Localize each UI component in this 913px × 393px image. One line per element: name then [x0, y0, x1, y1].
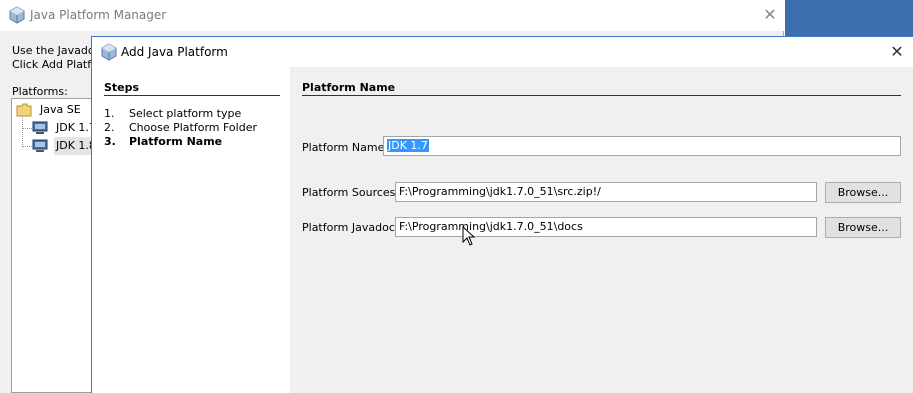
section-title: Platform Name: [302, 81, 396, 94]
step-item: 1. Select platform type: [104, 107, 241, 120]
platform-sources-label: Platform Sources:: [302, 186, 400, 199]
add-java-platform-dialog: Add Java Platform ✕ Steps 1. Select platf…: [91, 36, 913, 393]
step-number: 1.: [104, 107, 115, 120]
platform-name-input[interactable]: JDK 1.7: [383, 136, 901, 156]
close-icon[interactable]: ✕: [887, 41, 907, 63]
tree-item-java-se[interactable]: Java SE: [16, 101, 83, 119]
platform-name-panel: Platform Name Platform Name: JDK 1.7 Pla…: [290, 67, 913, 393]
manager-description-line1: Use the Javadoc: [12, 44, 101, 57]
platform-name-label: Platform Name:: [302, 141, 389, 154]
computer-icon: [32, 139, 48, 152]
tree-connector: [22, 128, 32, 129]
computer-icon: [32, 121, 48, 134]
dialog-title: Add Java Platform: [121, 45, 228, 59]
manager-close-icon[interactable]: ✕: [760, 4, 780, 26]
tree-connector: [22, 115, 23, 147]
tree-item-label: Java SE: [40, 103, 81, 116]
selected-text: JDK 1.7: [387, 139, 429, 152]
java-cube-icon: [101, 43, 117, 61]
folder-icon: [16, 103, 32, 117]
platform-sources-input[interactable]: F:\Programming\jdk1.7.0_51\src.zip!/: [395, 182, 817, 202]
divider: [104, 95, 280, 96]
browse-javadoc-button[interactable]: Browse...: [825, 217, 901, 238]
browse-sources-button[interactable]: Browse...: [825, 182, 901, 203]
tree-item-jdk-1-8[interactable]: JDK 1.8: [32, 137, 98, 155]
dialog-titlebar[interactable]: Add Java Platform ✕: [92, 37, 913, 67]
manager-title: Java Platform Manager: [30, 8, 167, 22]
tree-connector: [22, 146, 32, 147]
desktop-background: [785, 0, 913, 36]
platforms-label: Platforms:: [12, 85, 68, 98]
manager-titlebar[interactable]: Java Platform Manager ✕: [0, 0, 784, 31]
step-item: 2. Choose Platform Folder: [104, 121, 257, 134]
steps-heading: Steps: [104, 81, 140, 94]
steps-panel: Steps 1. Select platform type 2. Choose Pl…: [92, 67, 290, 393]
step-label: Select platform type: [129, 107, 242, 120]
step-label: Choose Platform Folder: [129, 121, 257, 134]
divider: [302, 95, 901, 96]
manager-description-line2: Click Add Platfo: [12, 58, 98, 71]
platform-javadoc-label: Platform Javadoc:: [302, 221, 399, 234]
step-label: Platform Name: [129, 135, 223, 148]
java-cube-icon: [9, 6, 25, 24]
step-number: 2.: [104, 121, 115, 134]
step-item-current: 3. Platform Name: [104, 135, 222, 148]
platform-javadoc-input[interactable]: F:\Programming\jdk1.7.0_51\docs: [395, 217, 817, 237]
platforms-tree[interactable]: Java SE JDK 1.7 JDK 1.8: [11, 98, 98, 393]
mouse-cursor-icon: [462, 226, 476, 246]
step-number: 3.: [104, 135, 116, 148]
tree-item-jdk-1-7[interactable]: JDK 1.7: [32, 119, 98, 137]
